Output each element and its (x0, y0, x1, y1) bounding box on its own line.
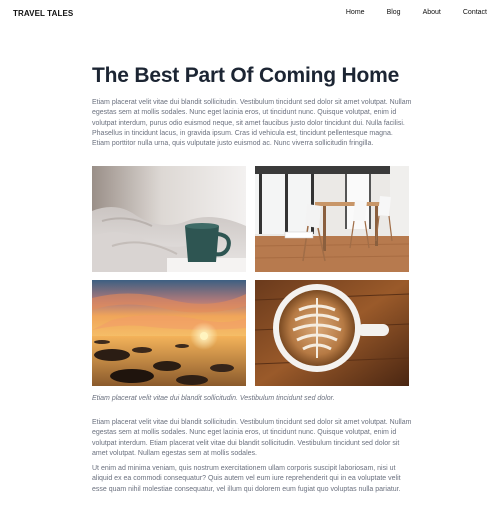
gallery-caption: Etiam placerat velit vitae dui blandit s… (92, 395, 335, 402)
nav-contact[interactable]: Contact (463, 9, 487, 16)
latte-art-photo (255, 280, 409, 386)
article-body-paragraph: Ut enim ad minima veniam, quis nostrum e… (92, 465, 401, 493)
article-intro: Etiam placerat velit vitae dui blandit s… (92, 99, 412, 148)
site-logo[interactable]: TRAVEL TALES (13, 9, 73, 18)
article-body-paragraph: Etiam placerat velit vitae dui blandit s… (92, 419, 412, 457)
sunset-beach-photo (92, 280, 246, 386)
nav-blog[interactable]: Blog (387, 9, 401, 16)
mug-on-bed-photo (92, 166, 246, 272)
nav-home[interactable]: Home (346, 9, 365, 16)
article-title: The Best Part Of Coming Home (92, 64, 400, 87)
photo-gallery (92, 166, 409, 386)
nav-about[interactable]: About (423, 9, 441, 16)
main-nav: Home Blog About Contact (324, 9, 487, 16)
dining-table-photo (255, 166, 409, 272)
site-header: TRAVEL TALES Home Blog About Contact (0, 0, 500, 30)
